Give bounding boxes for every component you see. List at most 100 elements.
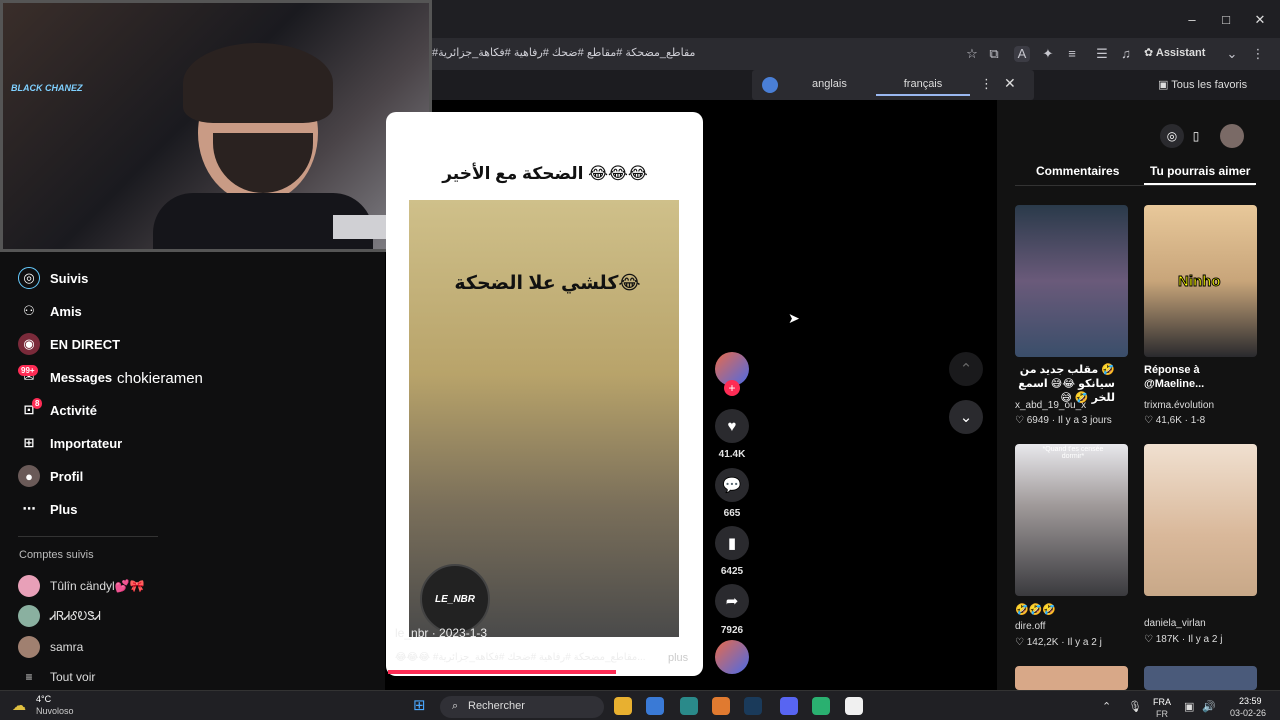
app-icon[interactable] bbox=[712, 697, 730, 715]
account-name: Tûlîn cändyl💕🎀 bbox=[50, 579, 145, 593]
card-likes: 187K bbox=[1155, 634, 1180, 645]
reader-icon[interactable]: ≡ bbox=[1064, 46, 1080, 62]
video-date: 2023-1-3 bbox=[439, 626, 488, 640]
edge-icon[interactable] bbox=[680, 697, 698, 715]
card-likes: 142,2K bbox=[1026, 637, 1059, 648]
cursor-icon: ➤ bbox=[788, 310, 800, 326]
card-stats: ♡ 187K · Il y a 2 j bbox=[1144, 634, 1223, 645]
volume-icon[interactable]: 🔊 bbox=[1202, 700, 1216, 713]
translate-icon[interactable]: A bbox=[1014, 46, 1030, 62]
chevron-down-icon[interactable]: ⌄ bbox=[1224, 46, 1240, 62]
sidebar-item-following[interactable]: ◎ Suivis bbox=[18, 266, 88, 290]
maximize-button[interactable]: □ bbox=[1216, 12, 1236, 27]
app-icon[interactable] bbox=[812, 697, 830, 715]
card-title[interactable]: 🤣🤣🤣 bbox=[1015, 603, 1115, 617]
avatar bbox=[18, 605, 40, 627]
video-caption-mid: كلشي علا الضحكة😂 bbox=[454, 273, 641, 294]
sidebar-item-profile[interactable]: ● Profil bbox=[18, 464, 83, 488]
mobile-icon[interactable]: ▯ bbox=[1186, 124, 1206, 148]
video-thumbnail[interactable] bbox=[1015, 666, 1128, 690]
sidebar-item-label: Activité bbox=[50, 402, 97, 418]
store-icon[interactable] bbox=[646, 697, 664, 715]
video-thumbnail[interactable] bbox=[1144, 666, 1257, 690]
sidebar-item-friends[interactable]: ⚇ Amis bbox=[18, 299, 82, 323]
sound-disc-icon[interactable] bbox=[715, 640, 749, 674]
like-count: 41.4K bbox=[718, 449, 746, 460]
close-window-button[interactable]: ✕ bbox=[1250, 12, 1270, 28]
tab-you-may-like[interactable]: Tu pourrais aimer bbox=[1150, 164, 1250, 178]
next-video-button[interactable]: ⌄ bbox=[949, 400, 983, 434]
file-explorer-icon[interactable] bbox=[614, 697, 632, 715]
card-likes: 6949 bbox=[1026, 415, 1049, 426]
clock-time[interactable]: 23:59 bbox=[1239, 696, 1262, 706]
followed-account[interactable]: Tûlîn cändyl💕🎀 bbox=[18, 575, 145, 597]
steam-icon[interactable] bbox=[744, 697, 762, 715]
card-author[interactable]: dire.off bbox=[1015, 621, 1045, 632]
sidebar-item-label: EN DIRECT bbox=[50, 336, 121, 352]
followed-account[interactable]: samra bbox=[18, 636, 83, 658]
video-author[interactable]: le_nbr bbox=[395, 626, 428, 640]
sidebar-item-label: Amis bbox=[50, 303, 82, 319]
discord-icon[interactable] bbox=[780, 697, 798, 715]
stream-overlay-name: chokieramen bbox=[117, 370, 203, 387]
sidebar-item-more[interactable]: ⋯ Plus bbox=[18, 497, 78, 521]
translate-menu-icon[interactable]: ⋮ bbox=[980, 76, 993, 92]
bookmark-icon[interactable]: ▮ bbox=[715, 526, 749, 560]
tab-comments[interactable]: Commentaires bbox=[1036, 164, 1119, 178]
user-avatar[interactable] bbox=[1220, 124, 1244, 148]
list-icon: ≡ bbox=[25, 670, 33, 684]
video-thumbnail[interactable]: *Quand t'es censée dormir* bbox=[1015, 444, 1128, 596]
chevron-up-icon[interactable]: ⌃ bbox=[1102, 700, 1111, 713]
keyboard-lang[interactable]: FRA bbox=[1153, 697, 1171, 707]
streamer-hair bbox=[183, 43, 333, 123]
card-author[interactable]: daniela_virlan bbox=[1144, 618, 1206, 629]
card-title[interactable]: Réponse à @Maeline... bbox=[1144, 363, 1244, 391]
sidebar-item-upload[interactable]: ⊞ Importateur bbox=[18, 431, 123, 455]
comment-icon[interactable]: 💬 bbox=[715, 468, 749, 502]
comment-count: 665 bbox=[723, 508, 741, 519]
sidebar-item-live[interactable]: ◉ EN DIRECT bbox=[18, 332, 120, 356]
link-icon[interactable]: ⧉ bbox=[986, 46, 1002, 62]
lang-to[interactable]: français bbox=[876, 78, 970, 96]
messages-badge: 99+ bbox=[18, 365, 38, 376]
star-icon[interactable]: ☆ bbox=[964, 46, 980, 62]
windows-start-icon[interactable]: ⊞ bbox=[413, 697, 431, 715]
follow-plus-icon[interactable]: + bbox=[724, 380, 740, 396]
see-all-label: Tout voir bbox=[50, 670, 96, 684]
audio-icon[interactable]: ♫ bbox=[1118, 46, 1134, 62]
card-title[interactable]: 🤣 مقلب جديد من سيانكو 😂😅 اسمع للخر 🤣 😅 bbox=[1015, 363, 1115, 405]
followed-account[interactable]: ᏗᏒᏗᎴᎧᏕᏗ bbox=[18, 605, 101, 627]
active-tab-indicator bbox=[1144, 183, 1256, 185]
lang-from[interactable]: anglais bbox=[812, 78, 847, 90]
video-more-link[interactable]: plus bbox=[668, 652, 688, 664]
clock-date[interactable]: 03-02-26 bbox=[1230, 708, 1266, 718]
video-thumbnail[interactable] bbox=[1015, 205, 1128, 357]
avatar bbox=[18, 636, 40, 658]
bookmarks-label: Tous les favoris bbox=[1171, 79, 1248, 91]
translate-close-icon[interactable]: ✕ bbox=[1004, 75, 1016, 92]
share-icon[interactable]: ➦ bbox=[715, 584, 749, 618]
menu-icon[interactable]: ☰ bbox=[1094, 46, 1110, 62]
more-options-icon[interactable]: ⋮ bbox=[1250, 46, 1266, 62]
url-text[interactable]: #مقاطع_مضحكة #مقاطع #ضحك #رفاهية #فكاهة_… bbox=[432, 46, 695, 59]
more-icon: ⋯ bbox=[22, 501, 36, 516]
taskbar-search[interactable]: Rechercher bbox=[440, 696, 604, 718]
sidebar-item-activity[interactable]: ⊡ Activité bbox=[18, 398, 97, 422]
extensions-icon[interactable]: ✦ bbox=[1040, 46, 1056, 62]
compass-icon[interactable]: ◎ bbox=[1160, 124, 1184, 148]
app-icon[interactable] bbox=[845, 697, 863, 715]
microphone-icon[interactable]: 🎙 bbox=[1128, 700, 1142, 713]
see-all-button[interactable]: ≡ Tout voir bbox=[18, 670, 95, 684]
minimize-button[interactable]: – bbox=[1182, 12, 1202, 27]
video-thumbnail[interactable]: Ninho bbox=[1144, 205, 1257, 357]
card-author[interactable]: x_abd_19_ou_x bbox=[1015, 400, 1086, 411]
all-bookmarks-button[interactable]: ▣ Tous les favoris bbox=[1158, 78, 1247, 91]
weather-icon: ☁ bbox=[12, 697, 26, 713]
assistant-button[interactable]: ✿ Assistant bbox=[1144, 46, 1205, 59]
like-icon[interactable]: ♥ bbox=[715, 409, 749, 443]
video-thumbnail[interactable] bbox=[1144, 444, 1257, 596]
video-progress-bar[interactable] bbox=[388, 670, 616, 674]
network-icon[interactable]: ▣ bbox=[1184, 700, 1194, 713]
card-author[interactable]: trixma.évolution bbox=[1144, 400, 1214, 411]
previous-video-button[interactable]: ⌃ bbox=[949, 352, 983, 386]
